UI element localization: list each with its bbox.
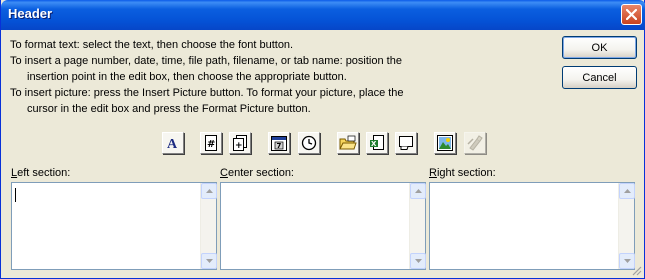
format-picture-button[interactable] <box>464 132 486 154</box>
header-dialog: Header To format text: select the text, … <box>0 0 645 279</box>
chevron-down-icon <box>623 259 631 263</box>
format-text-icon: A <box>167 137 178 150</box>
insert-file-path-icon <box>339 135 357 150</box>
svg-text:A: A <box>167 137 178 150</box>
center-section-label-text: enter section: <box>227 167 294 179</box>
svg-text:7: 7 <box>277 142 282 150</box>
center-section-mnemonic: C <box>220 167 228 179</box>
scroll-up-button[interactable] <box>410 183 426 199</box>
insert-number-of-pages-button[interactable]: + <box>229 132 251 154</box>
instruction-line: insertion point in the edit box, then ch… <box>27 71 347 83</box>
insert-time-button[interactable] <box>298 132 320 154</box>
insert-file-name-icon: X <box>370 135 384 150</box>
instructions-text: To format text: select the text, then ch… <box>10 37 555 117</box>
insert-time-icon <box>301 135 317 151</box>
right-section-scrollbar[interactable] <box>618 183 635 269</box>
instruction-line: To format text: select the text, then ch… <box>10 39 294 51</box>
insert-sheet-name-button[interactable] <box>395 132 417 154</box>
center-section-label: Center section: <box>220 167 294 179</box>
close-button[interactable] <box>621 4 642 25</box>
insert-date-icon: 7 <box>271 136 287 151</box>
insert-file-path-button[interactable] <box>337 132 359 154</box>
scroll-down-button[interactable] <box>201 253 217 269</box>
ok-button[interactable]: OK <box>562 36 637 59</box>
title-bar[interactable]: Header <box>1 0 645 30</box>
window-title: Header <box>8 6 53 21</box>
right-section-editbox[interactable] <box>429 182 635 270</box>
instruction-line: cursor in the edit box and press the For… <box>27 103 311 115</box>
chevron-up-icon <box>623 189 631 193</box>
insert-page-number-button[interactable]: # <box>200 132 222 154</box>
center-section-editbox[interactable] <box>220 182 426 270</box>
resize-grip-icon[interactable] <box>630 264 642 276</box>
cancel-button[interactable]: Cancel <box>562 66 637 89</box>
svg-text:#: # <box>207 139 215 150</box>
format-picture-icon <box>467 135 483 151</box>
insert-sheet-name-icon <box>399 136 413 150</box>
left-section-scrollbar[interactable] <box>200 183 217 269</box>
insert-number-of-pages-icon: + <box>233 135 247 151</box>
right-section-label: Right section: <box>429 167 496 179</box>
insert-picture-button[interactable] <box>434 132 456 154</box>
instruction-line: To insert a page number, date, time, fil… <box>10 55 402 67</box>
scroll-up-button[interactable] <box>201 183 217 199</box>
insert-page-number-icon: # <box>205 135 217 151</box>
left-section-label: Left section: <box>11 167 70 179</box>
svg-text:+: + <box>235 141 243 151</box>
text-caret <box>15 188 16 202</box>
insert-date-button[interactable]: 7 <box>268 132 290 154</box>
right-section-label-text: ight section: <box>436 167 496 179</box>
scroll-down-button[interactable] <box>410 253 426 269</box>
left-section-editbox[interactable] <box>11 182 217 270</box>
insert-picture-icon <box>437 135 453 151</box>
scroll-up-button[interactable] <box>619 183 635 199</box>
insert-file-name-button[interactable]: X <box>366 132 388 154</box>
instruction-line: To insert picture: press the Insert Pict… <box>10 87 404 99</box>
close-icon <box>626 9 637 20</box>
chevron-up-icon <box>414 189 422 193</box>
format-text-button[interactable]: A <box>162 132 184 154</box>
chevron-down-icon <box>414 259 422 263</box>
svg-text:X: X <box>371 140 377 148</box>
left-section-label-text: eft section: <box>17 167 71 179</box>
chevron-up-icon <box>205 189 213 193</box>
chevron-down-icon <box>205 259 213 263</box>
center-section-scrollbar[interactable] <box>409 183 426 269</box>
right-section-mnemonic: R <box>429 167 437 179</box>
